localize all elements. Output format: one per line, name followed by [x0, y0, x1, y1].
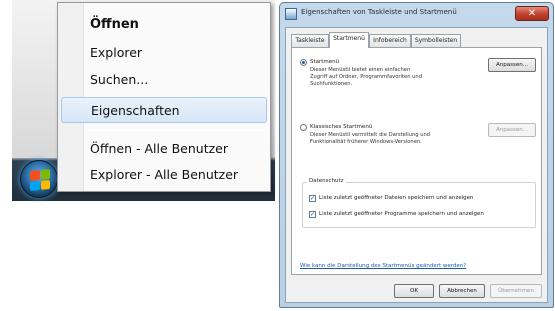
customize-startmenu-button[interactable]: Anpassen... [488, 58, 536, 72]
ok-button[interactable]: OK [394, 284, 434, 298]
menu-item-search[interactable]: Suchen... [86, 67, 268, 93]
close-button[interactable]: ✕ [515, 6, 549, 21]
start-button[interactable] [20, 160, 58, 198]
startmenu-tab-panel: Startmenü Dieser Menüstil bietet einen e… [291, 47, 542, 275]
privacy-group-title: Datenschutz [307, 178, 346, 184]
recent-files-checkbox[interactable]: ✓ [309, 195, 316, 202]
recent-programs-checkbox[interactable]: ✓ [309, 211, 316, 218]
startmenu-radio-label: Startmenü [310, 59, 340, 65]
menu-item-explorer-all-users[interactable]: Explorer - Alle Benutzer [86, 162, 268, 188]
menu-item-open[interactable]: Öffnen [86, 12, 268, 38]
tab-notification-area[interactable]: Infobereich [369, 34, 411, 47]
window-icon [285, 8, 297, 20]
tab-taskbar[interactable]: Taskleiste [291, 34, 329, 47]
recent-files-label: Liste zuletzt geöffneter Dateien speiche… [319, 195, 474, 201]
menu-item-explorer[interactable]: Explorer [86, 40, 268, 66]
startmenu-description: Dieser Menüstil bietet einen einfachen Z… [310, 67, 422, 87]
cancel-button[interactable]: Abbrechen [439, 284, 485, 298]
menu-item-open-all-users[interactable]: Öffnen - Alle Benutzer [86, 136, 268, 162]
classic-startmenu-radio-label: Klassisches Startmenü [310, 124, 373, 130]
help-link[interactable]: Wie kann die Darstellung des Startmenüs … [300, 263, 466, 269]
startmenu-radio[interactable] [300, 59, 307, 66]
apply-button[interactable]: Übernehmen [490, 284, 542, 298]
classic-startmenu-description: Dieser Menüstil vermittelt die Darstellu… [310, 132, 431, 145]
close-icon: ✕ [527, 8, 537, 19]
menu-separator [88, 130, 266, 131]
context-menu: Öffnen Explorer Suchen... Eigenschaften … [57, 2, 271, 192]
dialog-title: Eigenschaften von Taskleiste und Startme… [301, 8, 457, 16]
title-bar[interactable]: Eigenschaften von Taskleiste und Startme… [280, 3, 553, 25]
recent-programs-label: Liste zuletzt geöffneter Programme speic… [319, 211, 484, 217]
dialog-client-area: Taskleiste Startmenü Infobereich Symboll… [285, 27, 548, 303]
classic-startmenu-radio[interactable] [300, 124, 307, 131]
customize-classic-button[interactable]: Anpassen... [488, 123, 536, 137]
tab-toolbars[interactable]: Symbolleisten [411, 34, 461, 47]
taskbar-startmenu-properties-dialog: Eigenschaften von Taskleiste und Startme… [279, 2, 554, 308]
privacy-group: Datenschutz ✓ Liste zuletzt geöffneter D… [302, 178, 536, 228]
tab-startmenu[interactable]: Startmenü [329, 32, 369, 48]
desktop-background [12, 0, 60, 158]
menu-item-properties[interactable]: Eigenschaften [61, 97, 267, 123]
windows-flag-icon [30, 168, 50, 192]
